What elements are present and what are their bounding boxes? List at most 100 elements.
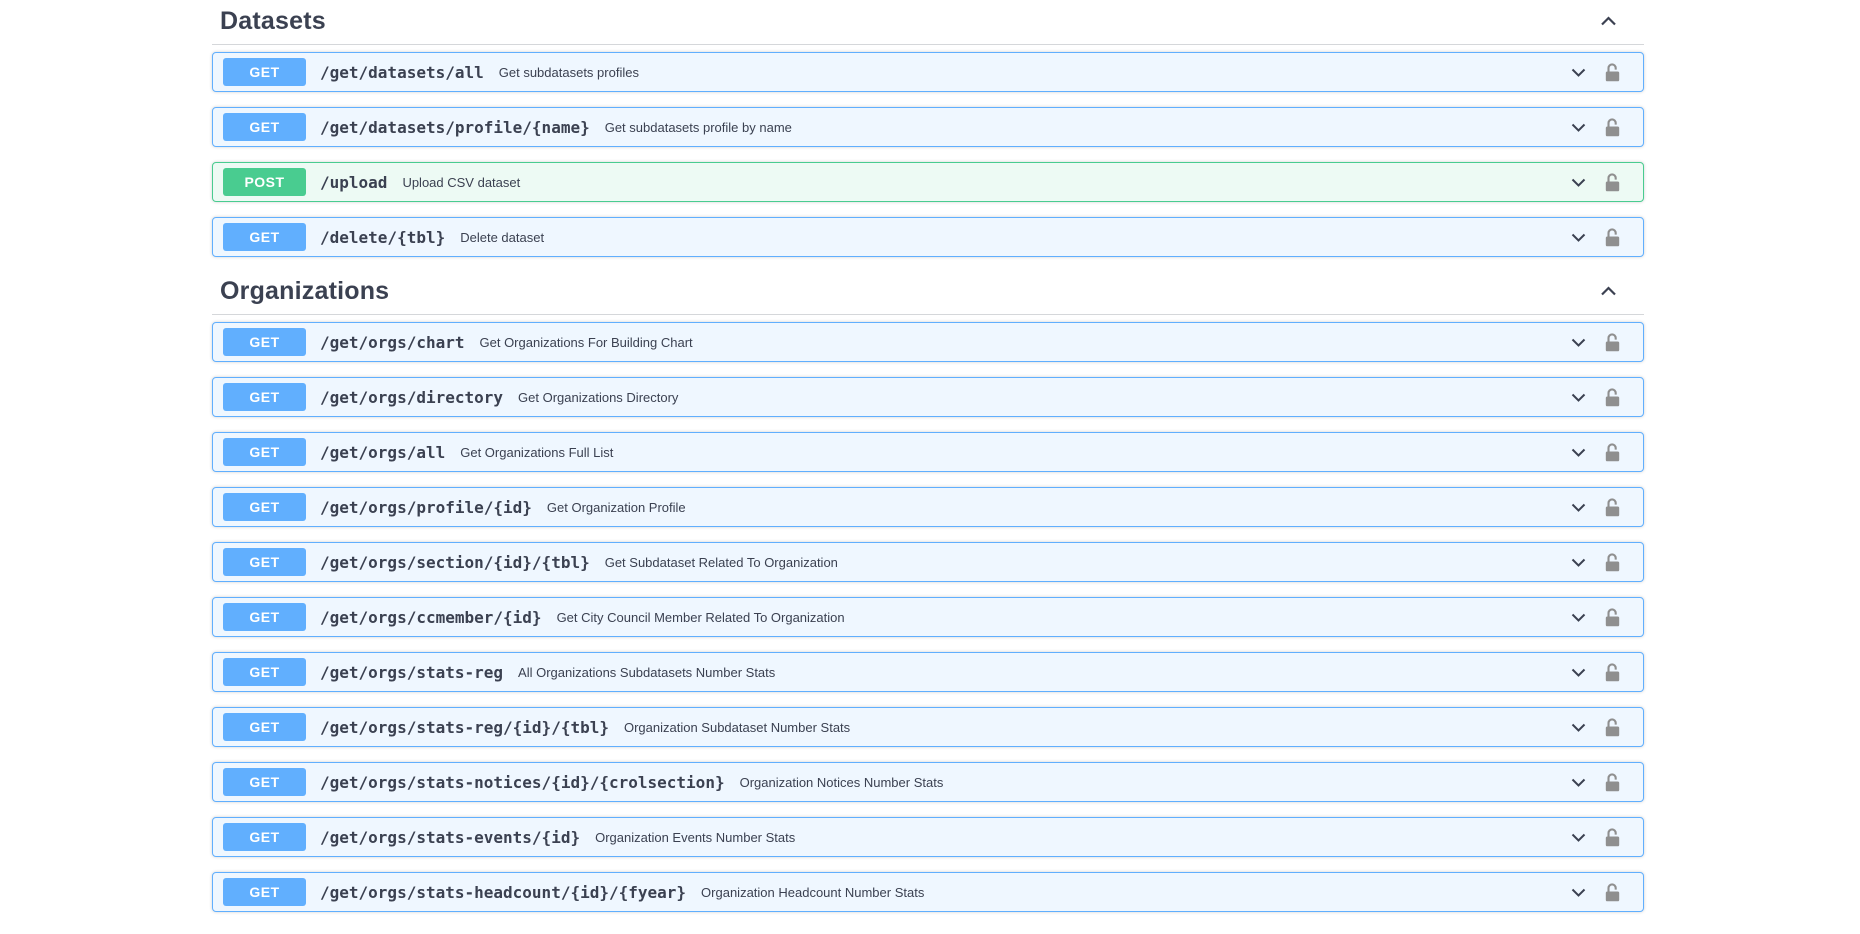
- unlock-icon: [1604, 387, 1621, 408]
- authorize-button[interactable]: [1604, 827, 1621, 848]
- endpoint-path: /upload: [320, 173, 387, 192]
- unlock-icon: [1604, 662, 1621, 683]
- endpoint-summary: All Organizations Subdatasets Number Sta…: [518, 665, 775, 680]
- api-section: Datasets GET /get/datasets/all Get subda…: [212, 2, 1644, 257]
- row-controls: [1569, 442, 1621, 463]
- chevron-down-icon: [1569, 718, 1588, 737]
- chevron-down-icon: [1569, 388, 1588, 407]
- endpoint-summary: Organization Headcount Number Stats: [701, 885, 924, 900]
- authorize-button[interactable]: [1604, 442, 1621, 463]
- chevron-down-icon: [1569, 773, 1588, 792]
- authorize-button[interactable]: [1604, 117, 1621, 138]
- endpoint-path: /get/datasets/profile/{name}: [320, 118, 590, 137]
- expand-operation-button[interactable]: [1569, 228, 1588, 247]
- expand-operation-button[interactable]: [1569, 663, 1588, 682]
- chevron-down-icon: [1569, 883, 1588, 902]
- row-controls: [1569, 172, 1621, 193]
- expand-operation-button[interactable]: [1569, 773, 1588, 792]
- method-badge: GET: [223, 58, 306, 86]
- endpoint-row[interactable]: GET /get/orgs/stats-notices/{id}/{crolse…: [212, 762, 1644, 802]
- expand-operation-button[interactable]: [1569, 63, 1588, 82]
- endpoint-row[interactable]: GET /get/orgs/chart Get Organizations Fo…: [212, 322, 1644, 362]
- endpoint-summary: Get Subdataset Related To Organization: [605, 555, 838, 570]
- unlock-icon: [1604, 62, 1621, 83]
- endpoint-summary: Get City Council Member Related To Organ…: [557, 610, 845, 625]
- expand-operation-button[interactable]: [1569, 608, 1588, 627]
- chevron-down-icon: [1569, 498, 1588, 517]
- authorize-button[interactable]: [1604, 882, 1621, 903]
- unlock-icon: [1604, 117, 1621, 138]
- endpoint-path: /get/orgs/directory: [320, 388, 503, 407]
- expand-operation-button[interactable]: [1569, 883, 1588, 902]
- endpoint-summary: Get subdatasets profiles: [499, 65, 639, 80]
- expand-operation-button[interactable]: [1569, 718, 1588, 737]
- row-controls: [1569, 882, 1621, 903]
- row-controls: [1569, 607, 1621, 628]
- endpoint-summary: Upload CSV dataset: [402, 175, 520, 190]
- authorize-button[interactable]: [1604, 62, 1621, 83]
- expand-operation-button[interactable]: [1569, 553, 1588, 572]
- section-header[interactable]: Organizations: [212, 272, 1644, 315]
- authorize-button[interactable]: [1604, 172, 1621, 193]
- endpoint-path: /get/orgs/stats-reg: [320, 663, 503, 682]
- expand-operation-button[interactable]: [1569, 443, 1588, 462]
- endpoint-path: /delete/{tbl}: [320, 228, 445, 247]
- unlock-icon: [1604, 882, 1621, 903]
- chevron-down-icon: [1569, 663, 1588, 682]
- method-badge: GET: [223, 768, 306, 796]
- endpoint-row[interactable]: POST /upload Upload CSV dataset: [212, 162, 1644, 202]
- chevron-up-icon: [1598, 11, 1619, 32]
- expand-operation-button[interactable]: [1569, 333, 1588, 352]
- row-controls: [1569, 332, 1621, 353]
- endpoint-row[interactable]: GET /get/orgs/stats-headcount/{id}/{fyea…: [212, 872, 1644, 912]
- row-controls: [1569, 662, 1621, 683]
- endpoint-row[interactable]: GET /get/datasets/all Get subdatasets pr…: [212, 52, 1644, 92]
- authorize-button[interactable]: [1604, 662, 1621, 683]
- endpoint-row[interactable]: GET /get/orgs/all Get Organizations Full…: [212, 432, 1644, 472]
- endpoint-row[interactable]: GET /get/datasets/profile/{name} Get sub…: [212, 107, 1644, 147]
- endpoint-row[interactable]: GET /get/orgs/stats-reg/{id}/{tbl} Organ…: [212, 707, 1644, 747]
- section-header[interactable]: Datasets: [212, 2, 1644, 45]
- endpoint-row[interactable]: GET /delete/{tbl} Delete dataset: [212, 217, 1644, 257]
- collapse-section-button[interactable]: [1598, 281, 1619, 302]
- api-section: Organizations GET /get/orgs/chart Get Or…: [212, 272, 1644, 912]
- api-sections: Datasets GET /get/datasets/all Get subda…: [212, 0, 1644, 912]
- authorize-button[interactable]: [1604, 552, 1621, 573]
- method-badge: GET: [223, 878, 306, 906]
- authorize-button[interactable]: [1604, 607, 1621, 628]
- expand-operation-button[interactable]: [1569, 118, 1588, 137]
- endpoint-row[interactable]: GET /get/orgs/section/{id}/{tbl} Get Sub…: [212, 542, 1644, 582]
- authorize-button[interactable]: [1604, 717, 1621, 738]
- unlock-icon: [1604, 442, 1621, 463]
- authorize-button[interactable]: [1604, 227, 1621, 248]
- endpoint-path: /get/orgs/stats-notices/{id}/{crolsectio…: [320, 773, 725, 792]
- endpoint-path: /get/orgs/stats-reg/{id}/{tbl}: [320, 718, 609, 737]
- unlock-icon: [1604, 497, 1621, 518]
- endpoint-row[interactable]: GET /get/orgs/profile/{id} Get Organizat…: [212, 487, 1644, 527]
- authorize-button[interactable]: [1604, 332, 1621, 353]
- authorize-button[interactable]: [1604, 387, 1621, 408]
- method-badge: GET: [223, 113, 306, 141]
- endpoint-summary: Get Organizations Full List: [460, 445, 613, 460]
- expand-operation-button[interactable]: [1569, 498, 1588, 517]
- endpoint-row[interactable]: GET /get/orgs/directory Get Organization…: [212, 377, 1644, 417]
- endpoint-row[interactable]: GET /get/orgs/stats-reg All Organization…: [212, 652, 1644, 692]
- expand-operation-button[interactable]: [1569, 828, 1588, 847]
- row-controls: [1569, 387, 1621, 408]
- authorize-button[interactable]: [1604, 497, 1621, 518]
- expand-operation-button[interactable]: [1569, 173, 1588, 192]
- method-badge: GET: [223, 658, 306, 686]
- method-badge: POST: [223, 168, 306, 196]
- expand-operation-button[interactable]: [1569, 388, 1588, 407]
- endpoint-path: /get/orgs/ccmember/{id}: [320, 608, 542, 627]
- endpoint-summary: Get Organization Profile: [547, 500, 686, 515]
- endpoint-row[interactable]: GET /get/orgs/stats-events/{id} Organiza…: [212, 817, 1644, 857]
- chevron-down-icon: [1569, 63, 1588, 82]
- row-controls: [1569, 227, 1621, 248]
- endpoint-row[interactable]: GET /get/orgs/ccmember/{id} Get City Cou…: [212, 597, 1644, 637]
- authorize-button[interactable]: [1604, 772, 1621, 793]
- unlock-icon: [1604, 827, 1621, 848]
- collapse-section-button[interactable]: [1598, 11, 1619, 32]
- section-title: Organizations: [220, 277, 389, 306]
- method-badge: GET: [223, 493, 306, 521]
